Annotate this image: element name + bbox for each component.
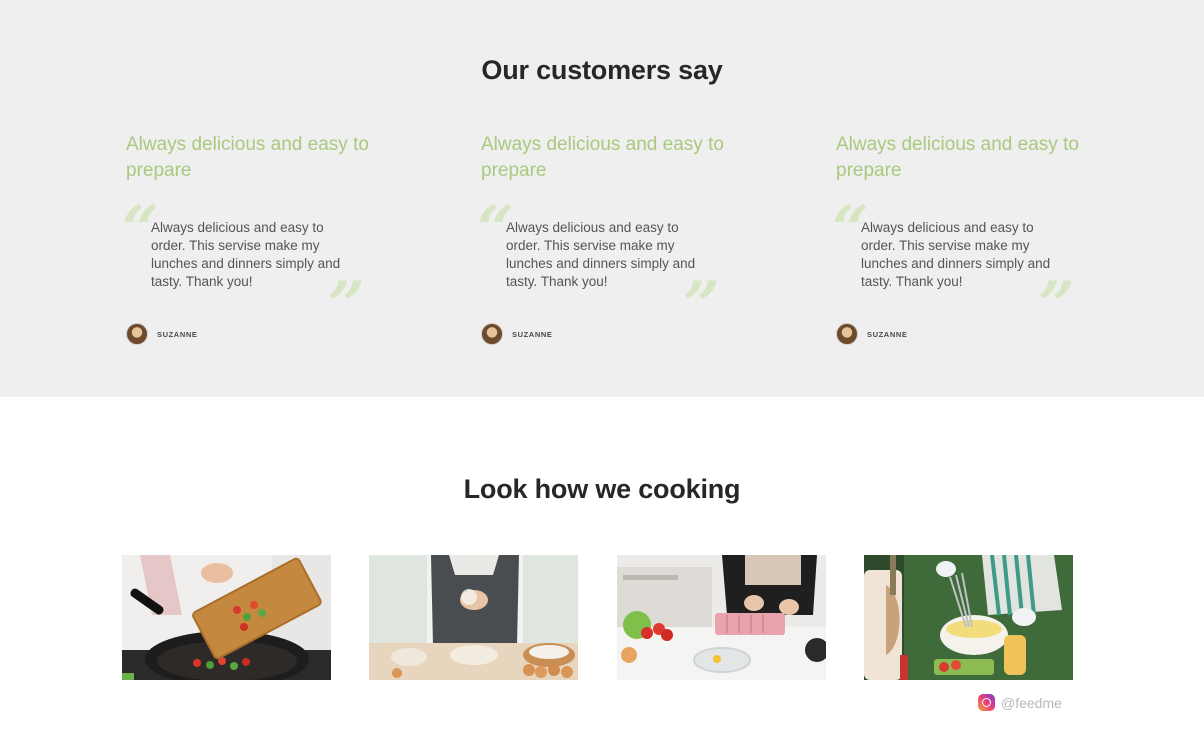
testimonial-text: Always delicious and easy to order. This… <box>861 220 1051 289</box>
avatar <box>481 323 503 345</box>
cooking-photo-flour-dough[interactable] <box>369 555 578 680</box>
testimonial-text: Always delicious and easy to order. This… <box>506 220 696 289</box>
testimonial-text: Always delicious and easy to order. This… <box>151 220 341 289</box>
avatar <box>126 323 148 345</box>
testimonial-card: Always delicious and easy to prepare “ A… <box>122 132 376 352</box>
cooking-photo-vegetables-pan[interactable] <box>122 555 331 680</box>
close-quote-icon: ” <box>328 268 365 343</box>
cooking-photo-image <box>617 555 826 680</box>
cooking-photo-whisking-bowl[interactable] <box>864 555 1073 680</box>
testimonial-author: SUZANNE <box>126 322 197 346</box>
testimonial-author: SUZANNE <box>836 322 907 346</box>
testimonial-heading: Always delicious and easy to prepare <box>836 134 1079 181</box>
cooking-title: Look how we cooking <box>463 474 741 504</box>
author-name: SUZANNE <box>157 329 198 339</box>
instagram-link[interactable]: @feedme <box>978 694 1062 711</box>
testimonial-card: Always delicious and easy to prepare “ A… <box>477 132 731 352</box>
cooking-photo-image <box>122 555 331 680</box>
testimonial-card: Always delicious and easy to prepare “ A… <box>832 132 1086 352</box>
testimonial-author: SUZANNE <box>481 322 552 346</box>
testimonials-title: Our customers say <box>481 55 723 85</box>
close-quote-icon: ” <box>1038 268 1075 343</box>
testimonial-heading: Always delicious and easy to prepare <box>481 134 724 181</box>
instagram-icon <box>978 694 995 711</box>
cooking-photo-cutting-meat[interactable] <box>617 555 826 680</box>
author-name: SUZANNE <box>867 329 908 339</box>
cooking-photo-image <box>369 555 578 680</box>
author-name: SUZANNE <box>512 329 553 339</box>
testimonial-heading: Always delicious and easy to prepare <box>126 134 369 181</box>
cooking-photo-image <box>864 555 1073 680</box>
close-quote-icon: ” <box>683 268 720 343</box>
avatar <box>836 323 858 345</box>
instagram-handle: @feedme <box>1001 694 1062 711</box>
testimonials-section: Our customers say Always delicious and e… <box>0 0 1204 397</box>
